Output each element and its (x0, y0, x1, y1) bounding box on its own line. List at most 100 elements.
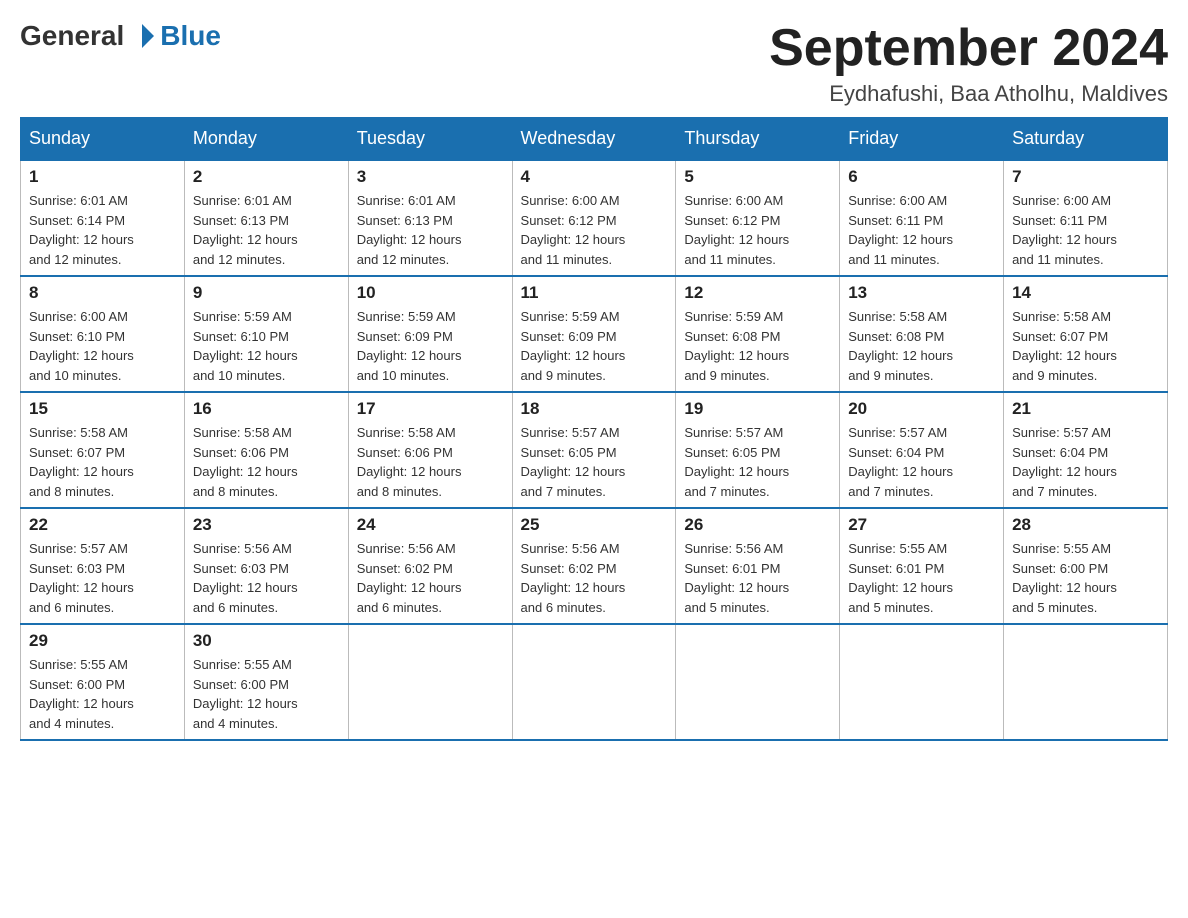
day-info: Sunrise: 5:59 AMSunset: 6:08 PMDaylight:… (684, 307, 831, 385)
logo-general: General (20, 20, 124, 52)
day-header-friday: Friday (840, 118, 1004, 161)
day-number: 23 (193, 515, 340, 535)
calendar-week-row: 8 Sunrise: 6:00 AMSunset: 6:10 PMDaylight… (21, 276, 1168, 392)
day-number: 9 (193, 283, 340, 303)
day-info: Sunrise: 5:58 AMSunset: 6:06 PMDaylight:… (357, 423, 504, 501)
page-header: General Blue September 2024 Eydhafushi, … (20, 20, 1168, 107)
day-info: Sunrise: 5:55 AMSunset: 6:00 PMDaylight:… (1012, 539, 1159, 617)
day-number: 11 (521, 283, 668, 303)
day-info: Sunrise: 5:56 AMSunset: 6:01 PMDaylight:… (684, 539, 831, 617)
calendar-cell: 23 Sunrise: 5:56 AMSunset: 6:03 PMDayligh… (184, 508, 348, 624)
calendar-cell: 7 Sunrise: 6:00 AMSunset: 6:11 PMDaylight… (1004, 160, 1168, 276)
calendar-cell: 12 Sunrise: 5:59 AMSunset: 6:08 PMDayligh… (676, 276, 840, 392)
day-number: 2 (193, 167, 340, 187)
day-number: 3 (357, 167, 504, 187)
calendar-cell: 28 Sunrise: 5:55 AMSunset: 6:00 PMDayligh… (1004, 508, 1168, 624)
calendar-cell: 30 Sunrise: 5:55 AMSunset: 6:00 PMDayligh… (184, 624, 348, 740)
day-number: 5 (684, 167, 831, 187)
day-info: Sunrise: 6:01 AMSunset: 6:13 PMDaylight:… (193, 191, 340, 269)
calendar-cell: 25 Sunrise: 5:56 AMSunset: 6:02 PMDayligh… (512, 508, 676, 624)
calendar-cell: 13Sunrise: 5:58 AMSunset: 6:08 PMDayligh… (840, 276, 1004, 392)
day-number: 25 (521, 515, 668, 535)
calendar-cell: 17 Sunrise: 5:58 AMSunset: 6:06 PMDayligh… (348, 392, 512, 508)
day-number: 8 (29, 283, 176, 303)
day-info: Sunrise: 5:59 AMSunset: 6:09 PMDaylight:… (357, 307, 504, 385)
calendar-cell: 1Sunrise: 6:01 AMSunset: 6:14 PMDaylight… (21, 160, 185, 276)
calendar-week-row: 29 Sunrise: 5:55 AMSunset: 6:00 PMDayligh… (21, 624, 1168, 740)
calendar-cell: 6Sunrise: 6:00 AMSunset: 6:11 PMDaylight… (840, 160, 1004, 276)
calendar-cell: 5Sunrise: 6:00 AMSunset: 6:12 PMDaylight… (676, 160, 840, 276)
calendar-cell: 27 Sunrise: 5:55 AMSunset: 6:01 PMDayligh… (840, 508, 1004, 624)
day-number: 14 (1012, 283, 1159, 303)
day-info: Sunrise: 5:55 AMSunset: 6:00 PMDaylight:… (193, 655, 340, 733)
calendar-header-row: SundayMondayTuesdayWednesdayThursdayFrid… (21, 118, 1168, 161)
day-number: 1 (29, 167, 176, 187)
calendar-cell: 29Sunrise: 5:55 AMSunset: 6:00 PMDayligh… (21, 624, 185, 740)
day-number: 12 (684, 283, 831, 303)
calendar-cell: 14 Sunrise: 5:58 AMSunset: 6:07 PMDayligh… (1004, 276, 1168, 392)
day-number: 15 (29, 399, 176, 419)
day-info: Sunrise: 5:57 AMSunset: 6:04 PMDaylight:… (848, 423, 995, 501)
day-info: Sunrise: 6:01 AMSunset: 6:13 PMDaylight:… (357, 191, 504, 269)
day-number: 28 (1012, 515, 1159, 535)
day-info: Sunrise: 5:58 AMSunset: 6:07 PMDaylight:… (1012, 307, 1159, 385)
day-number: 6 (848, 167, 995, 187)
logo-blue: Blue (160, 20, 221, 52)
day-number: 27 (848, 515, 995, 535)
day-number: 30 (193, 631, 340, 651)
title-section: September 2024 Eydhafushi, Baa Atholhu, … (769, 20, 1168, 107)
calendar-cell: 19 Sunrise: 5:57 AMSunset: 6:05 PMDayligh… (676, 392, 840, 508)
calendar-week-row: 15 Sunrise: 5:58 AMSunset: 6:07 PMDayligh… (21, 392, 1168, 508)
day-number: 16 (193, 399, 340, 419)
calendar-week-row: 22Sunrise: 5:57 AMSunset: 6:03 PMDayligh… (21, 508, 1168, 624)
calendar-cell (512, 624, 676, 740)
calendar-cell: 26 Sunrise: 5:56 AMSunset: 6:01 PMDayligh… (676, 508, 840, 624)
day-info: Sunrise: 5:56 AMSunset: 6:02 PMDaylight:… (521, 539, 668, 617)
day-number: 18 (521, 399, 668, 419)
logo: General Blue (20, 20, 221, 52)
day-info: Sunrise: 5:59 AMSunset: 6:09 PMDaylight:… (521, 307, 668, 385)
calendar-cell: 3 Sunrise: 6:01 AMSunset: 6:13 PMDaylight… (348, 160, 512, 276)
calendar-cell: 20Sunrise: 5:57 AMSunset: 6:04 PMDayligh… (840, 392, 1004, 508)
day-header-wednesday: Wednesday (512, 118, 676, 161)
calendar-cell: 11 Sunrise: 5:59 AMSunset: 6:09 PMDayligh… (512, 276, 676, 392)
day-info: Sunrise: 5:56 AMSunset: 6:03 PMDaylight:… (193, 539, 340, 617)
day-number: 13 (848, 283, 995, 303)
calendar-cell: 24Sunrise: 5:56 AMSunset: 6:02 PMDayligh… (348, 508, 512, 624)
day-info: Sunrise: 5:55 AMSunset: 6:01 PMDaylight:… (848, 539, 995, 617)
calendar-cell (1004, 624, 1168, 740)
day-info: Sunrise: 6:00 AMSunset: 6:10 PMDaylight:… (29, 307, 176, 385)
calendar-cell: 16 Sunrise: 5:58 AMSunset: 6:06 PMDayligh… (184, 392, 348, 508)
day-header-sunday: Sunday (21, 118, 185, 161)
calendar-cell (348, 624, 512, 740)
day-number: 19 (684, 399, 831, 419)
calendar-cell: 15 Sunrise: 5:58 AMSunset: 6:07 PMDayligh… (21, 392, 185, 508)
calendar-cell: 8 Sunrise: 6:00 AMSunset: 6:10 PMDaylight… (21, 276, 185, 392)
day-header-tuesday: Tuesday (348, 118, 512, 161)
day-info: Sunrise: 5:58 AMSunset: 6:06 PMDaylight:… (193, 423, 340, 501)
calendar-cell: 4Sunrise: 6:00 AMSunset: 6:12 PMDaylight… (512, 160, 676, 276)
calendar-table: SundayMondayTuesdayWednesdayThursdayFrid… (20, 117, 1168, 741)
day-number: 4 (521, 167, 668, 187)
calendar-cell: 10 Sunrise: 5:59 AMSunset: 6:09 PMDayligh… (348, 276, 512, 392)
calendar-cell: 9Sunrise: 5:59 AMSunset: 6:10 PMDaylight… (184, 276, 348, 392)
calendar-cell: 21Sunrise: 5:57 AMSunset: 6:04 PMDayligh… (1004, 392, 1168, 508)
logo-flag-icon (126, 20, 158, 52)
day-number: 26 (684, 515, 831, 535)
month-title: September 2024 (769, 20, 1168, 77)
day-number: 10 (357, 283, 504, 303)
location: Eydhafushi, Baa Atholhu, Maldives (769, 81, 1168, 107)
day-info: Sunrise: 5:57 AMSunset: 6:03 PMDaylight:… (29, 539, 176, 617)
day-number: 7 (1012, 167, 1159, 187)
day-number: 29 (29, 631, 176, 651)
day-number: 21 (1012, 399, 1159, 419)
calendar-cell: 18Sunrise: 5:57 AMSunset: 6:05 PMDayligh… (512, 392, 676, 508)
day-header-monday: Monday (184, 118, 348, 161)
day-info: Sunrise: 5:57 AMSunset: 6:05 PMDaylight:… (684, 423, 831, 501)
day-header-thursday: Thursday (676, 118, 840, 161)
day-info: Sunrise: 5:58 AMSunset: 6:07 PMDaylight:… (29, 423, 176, 501)
calendar-cell (840, 624, 1004, 740)
day-info: Sunrise: 6:00 AMSunset: 6:11 PMDaylight:… (1012, 191, 1159, 269)
day-number: 17 (357, 399, 504, 419)
calendar-cell: 22Sunrise: 5:57 AMSunset: 6:03 PMDayligh… (21, 508, 185, 624)
